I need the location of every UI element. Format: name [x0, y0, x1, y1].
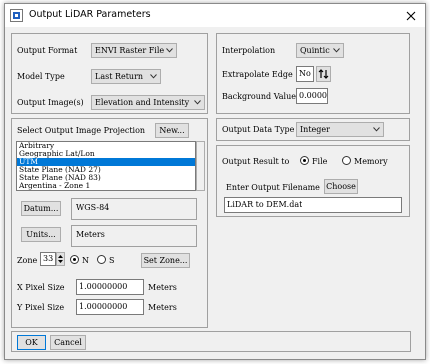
- output-result-group: Output Result to File Memory Enter Outpu…: [216, 145, 410, 217]
- zone-value: 33: [43, 254, 54, 263]
- up-down-arrows-icon: [318, 69, 329, 79]
- x-pixel-units: Meters: [148, 283, 177, 292]
- units-box: Meters: [71, 225, 197, 247]
- north-label: N: [82, 256, 89, 265]
- new-projection-button[interactable]: New...: [155, 123, 189, 138]
- window-title: Output LiDAR Parameters: [29, 9, 151, 20]
- model-type-value: Last Return: [95, 72, 144, 81]
- chevron-down-icon: [194, 100, 201, 105]
- datum-box: WGS-84: [71, 198, 197, 220]
- zone-spinner[interactable]: [56, 252, 65, 266]
- zone-field[interactable]: 33: [40, 252, 56, 266]
- toggle-button[interactable]: [316, 66, 331, 82]
- south-label: S: [109, 256, 115, 265]
- north-radio[interactable]: [70, 255, 79, 264]
- data-type-label: Output Data Type: [222, 125, 295, 134]
- y-pixel-size-value: 1.00000000: [79, 302, 128, 311]
- chevron-down-icon: [166, 48, 173, 53]
- projection-group: Select Output Image Projection New... Ar…: [11, 118, 208, 328]
- title-bar[interactable]: Output LiDAR Parameters: [5, 4, 425, 27]
- model-type-label: Model Type: [17, 72, 65, 81]
- chevron-down-icon: [150, 74, 157, 79]
- background-value-field[interactable]: 0.0000: [296, 88, 328, 104]
- app-icon: [10, 9, 23, 22]
- output-lidar-parameters-dialog: Output LiDAR Parameters Output Format EN…: [4, 3, 426, 360]
- interpolation-group: Interpolation Quintic Extrapolate Edge N…: [216, 33, 410, 114]
- model-type-dropdown[interactable]: Last Return: [91, 69, 161, 84]
- list-item[interactable]: Argentina - Zone 1: [17, 182, 195, 190]
- data-type-group: Output Data Type Integer: [216, 118, 410, 141]
- cancel-button[interactable]: Cancel: [50, 335, 86, 350]
- output-format-dropdown[interactable]: ENVI Raster File: [91, 43, 177, 58]
- chevron-down-icon: [333, 48, 340, 53]
- interpolation-dropdown[interactable]: Quintic: [296, 43, 344, 58]
- output-images-dropdown[interactable]: Elevation and Intensity: [91, 95, 205, 110]
- interpolation-value: Quintic: [300, 46, 330, 55]
- output-filename-field[interactable]: LiDAR to DEM.dat: [224, 197, 402, 213]
- filename-label: Enter Output Filename: [226, 183, 320, 192]
- output-images-label: Output Image(s): [17, 98, 84, 107]
- extrapolate-edge-value: No: [299, 69, 311, 78]
- spin-arrows-icon: [58, 255, 63, 263]
- set-zone-button[interactable]: Set Zone...: [141, 253, 190, 268]
- select-projection-label: Select Output Image Projection: [17, 126, 146, 135]
- chevron-down-icon: [373, 127, 380, 132]
- background-value-input: 0.0000: [299, 91, 327, 100]
- list-scrollbar[interactable]: [196, 141, 205, 191]
- footer-bar: OK Cancel: [11, 331, 411, 352]
- background-value-label: Background Value: [222, 92, 296, 101]
- output-result-label: Output Result to: [222, 157, 290, 166]
- units-value: Meters: [76, 230, 105, 239]
- memory-label: Memory: [354, 157, 388, 166]
- datum-value: WGS-84: [76, 203, 110, 212]
- close-icon: [406, 11, 416, 21]
- format-group: Output Format ENVI Raster File Model Typ…: [11, 33, 208, 114]
- x-pixel-size-label: X Pixel Size: [17, 283, 65, 292]
- data-type-dropdown[interactable]: Integer: [296, 122, 384, 137]
- projection-list[interactable]: Arbitrary Geographic Lat/Lon UTM State P…: [16, 141, 196, 191]
- x-pixel-size-field[interactable]: 1.00000000: [76, 279, 144, 295]
- south-radio[interactable]: [97, 255, 106, 264]
- y-pixel-units: Meters: [148, 303, 177, 312]
- y-pixel-size-field[interactable]: 1.00000000: [76, 299, 144, 315]
- extrapolate-edge-label: Extrapolate Edge: [222, 70, 293, 79]
- zone-label: Zone: [17, 256, 38, 265]
- close-button[interactable]: [397, 4, 425, 27]
- x-pixel-size-value: 1.00000000: [79, 282, 128, 291]
- file-label: File: [312, 157, 328, 166]
- output-images-value: Elevation and Intensity: [95, 98, 190, 107]
- data-type-value: Integer: [300, 125, 330, 134]
- output-filename-value: LiDAR to DEM.dat: [227, 200, 303, 209]
- output-format-value: ENVI Raster File: [95, 46, 165, 55]
- choose-button[interactable]: Choose: [324, 179, 358, 194]
- list-item[interactable]: Geographic Lat/Lon: [17, 150, 195, 158]
- units-button[interactable]: Units...: [21, 227, 61, 242]
- memory-radio[interactable]: [342, 156, 351, 165]
- datum-button[interactable]: Datum...: [21, 201, 61, 216]
- y-pixel-size-label: Y Pixel Size: [17, 303, 65, 312]
- ok-button[interactable]: OK: [17, 335, 46, 350]
- interpolation-label: Interpolation: [222, 46, 276, 55]
- extrapolate-edge-field[interactable]: No: [296, 66, 314, 82]
- output-format-label: Output Format: [17, 46, 78, 55]
- file-radio[interactable]: [300, 156, 309, 165]
